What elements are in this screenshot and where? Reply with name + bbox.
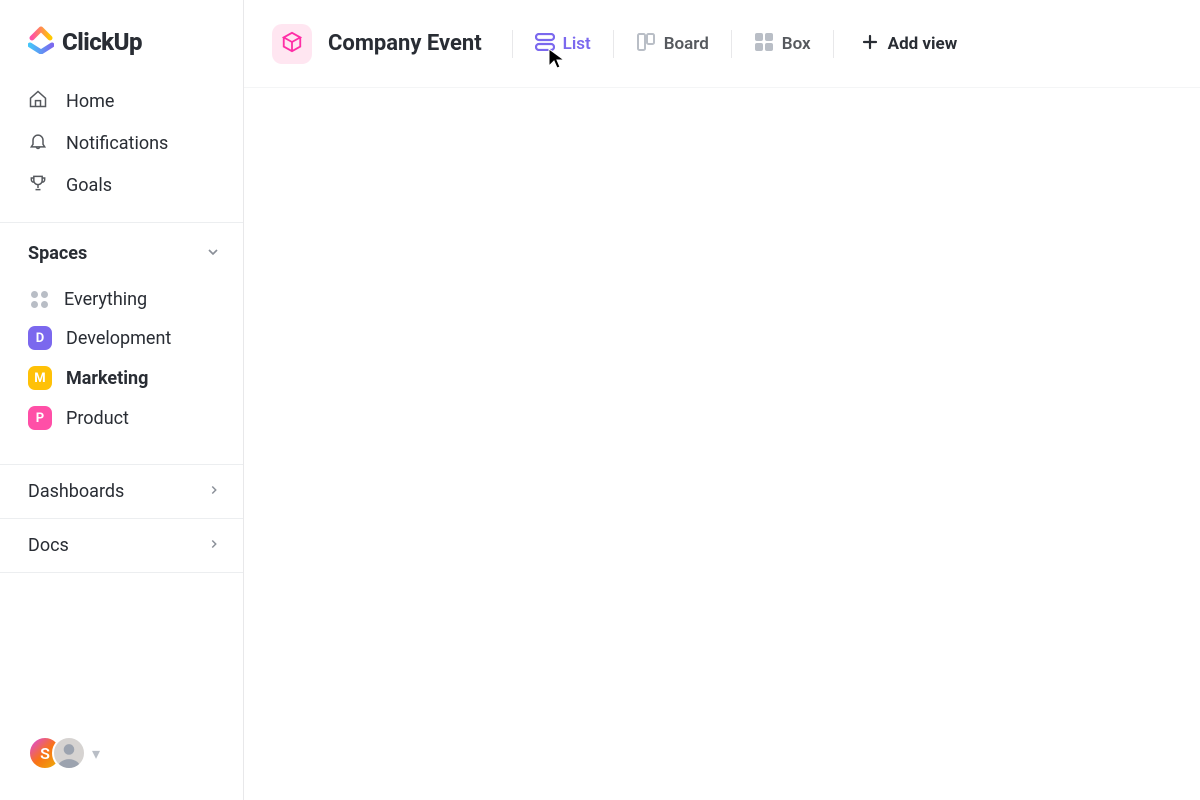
view-tab-box[interactable]: Box (742, 26, 823, 62)
plus-icon (862, 34, 878, 54)
nav-home[interactable]: Home (0, 80, 243, 122)
space-badge: P (28, 406, 52, 430)
view-tab-list[interactable]: List (523, 27, 603, 61)
spaces-list: Everything D Development M Marketing P P… (0, 276, 243, 464)
spaces-header[interactable]: Spaces (0, 222, 243, 276)
home-icon (28, 89, 48, 113)
topbar: Company Event List Board Box (244, 0, 1200, 88)
view-tab-board[interactable]: Board (624, 26, 721, 62)
nav-label: Home (66, 91, 114, 112)
project-title: Company Event (328, 31, 482, 56)
nav-notifications[interactable]: Notifications (0, 122, 243, 164)
nav-primary: Home Notifications Goals (0, 80, 243, 222)
brand-name: ClickUp (62, 28, 142, 56)
chevron-right-icon (207, 482, 221, 501)
nav-docs[interactable]: Docs (0, 518, 243, 573)
sidebar: ClickUp Home Notifications Goals Spaces (0, 0, 244, 800)
space-marketing[interactable]: M Marketing (0, 358, 243, 398)
chevron-down-icon (205, 244, 221, 264)
grid-icon (754, 32, 774, 56)
space-label: Everything (64, 289, 147, 310)
spaces-title: Spaces (28, 243, 87, 264)
separator (833, 30, 834, 58)
view-label: Board (664, 34, 709, 54)
view-label: List (563, 34, 591, 54)
space-label: Product (66, 408, 129, 429)
bell-icon (28, 131, 48, 155)
separator (613, 30, 614, 58)
clickup-logo-icon (28, 26, 54, 58)
nav-label: Notifications (66, 133, 168, 154)
space-everything[interactable]: Everything (0, 280, 243, 318)
brand-logo[interactable]: ClickUp (0, 0, 243, 80)
space-product[interactable]: P Product (0, 398, 243, 438)
space-badge: M (28, 366, 52, 390)
board-icon (636, 32, 656, 56)
space-badge: D (28, 326, 52, 350)
view-label: Box (782, 34, 811, 54)
nav-goals[interactable]: Goals (0, 164, 243, 206)
list-icon (535, 33, 555, 55)
add-view-button[interactable]: Add view (850, 28, 970, 60)
trophy-icon (28, 173, 48, 197)
space-label: Development (66, 328, 171, 349)
separator (512, 30, 513, 58)
space-label: Marketing (66, 368, 148, 389)
separator (731, 30, 732, 58)
nav-dashboards[interactable]: Dashboards (0, 464, 243, 518)
caret-down-icon: ▾ (92, 744, 100, 763)
project-icon[interactable] (272, 24, 312, 64)
grid-dots-icon (28, 288, 50, 310)
box-icon (281, 31, 303, 57)
section-label: Dashboards (28, 481, 124, 502)
nav-label: Goals (66, 175, 112, 196)
user-avatars[interactable]: S ▾ (0, 736, 243, 800)
add-view-label: Add view (888, 34, 958, 54)
avatar (52, 736, 86, 770)
space-development[interactable]: D Development (0, 318, 243, 358)
main-area: Company Event List Board Box (244, 0, 1200, 800)
chevron-right-icon (207, 536, 221, 555)
section-label: Docs (28, 535, 69, 556)
